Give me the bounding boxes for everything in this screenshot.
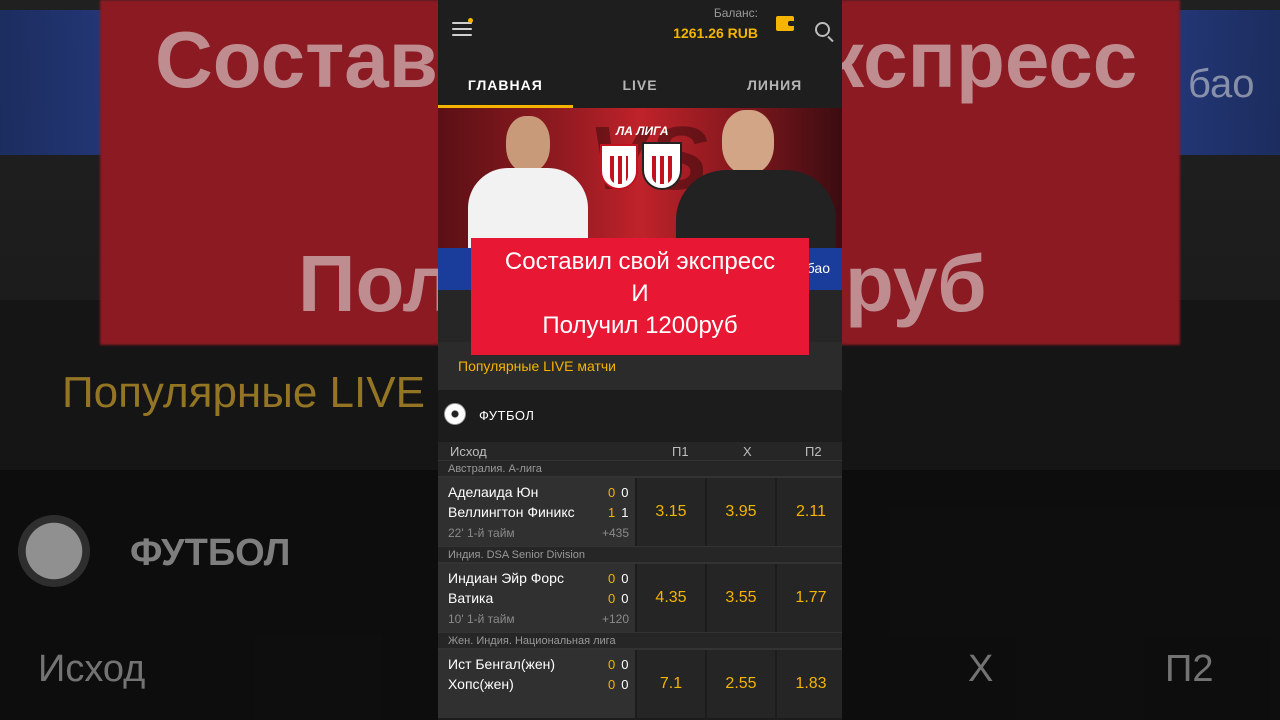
bg-text-ishod: Исход	[38, 648, 146, 690]
col-p1: П1	[672, 444, 689, 459]
league-label: Индия. DSA Senior Division	[438, 546, 842, 562]
notification-dot	[468, 18, 473, 23]
odd-p1[interactable]: 7.1	[637, 650, 705, 718]
phone-screen: Баланс: 1261.26 RUB ГЛАВНАЯ LIVE ЛИНИЯ V…	[438, 0, 842, 720]
bg-text-x: X	[968, 648, 994, 690]
match-time: 22' 1-й тайм	[448, 526, 515, 540]
league-label: Жен. Индия. Национальная лига	[438, 632, 842, 648]
match-row[interactable]: Индиан Эйр Форс 00 Ватика 00 10' 1-й тай…	[438, 562, 842, 632]
odd-p2[interactable]: 1.83	[777, 650, 842, 718]
bg-text-popular: Популярные LIVE	[62, 368, 425, 417]
score-away: 11	[608, 505, 629, 520]
balance-value: 1261.26 RUB	[673, 25, 758, 41]
bg-text-mid-right: руб	[845, 239, 987, 328]
bg-text-futbol: ФУТБОЛ	[130, 532, 291, 574]
odd-p2[interactable]: 1.77	[777, 564, 842, 632]
caption-line-3: Получил 1200руб	[542, 312, 738, 339]
match-info[interactable]: Аделаида Юн 00 Веллингтон Финикс 11 22' …	[438, 478, 635, 546]
more-markets[interactable]: +435	[602, 526, 629, 540]
odd-x[interactable]: 3.55	[707, 564, 775, 632]
score-away: 00	[608, 677, 629, 692]
score-home: 00	[608, 657, 629, 672]
score-home: 00	[608, 485, 629, 500]
search-icon[interactable]	[815, 22, 830, 37]
score-away: 00	[608, 591, 629, 606]
screen: Состав экспресс Пол руб бао Популярные L…	[0, 0, 1280, 720]
balance-label: Баланс:	[713, 6, 758, 20]
athletic-crest-icon	[642, 142, 682, 190]
banner-strip-text: бао	[806, 260, 830, 276]
video-caption-overlay: Составил свой экспресс И Получил 1200руб	[471, 238, 809, 355]
match-row[interactable]: Ист Бенгал(жен) 00 Хопс(жен) 00 7.1 2.55…	[438, 648, 842, 718]
col-outcome: Исход	[450, 444, 487, 459]
odds-header-row: Исход П1 X П2	[438, 442, 842, 460]
bg-text-top-left: Состав	[155, 15, 438, 104]
match-info[interactable]: Ист Бенгал(жен) 00 Хопс(жен) 00	[438, 650, 635, 718]
team-away: Веллингтон Финикс	[448, 504, 575, 520]
wallet-icon[interactable]	[776, 16, 795, 31]
caption-line-1: Составил свой экспресс	[504, 248, 776, 275]
bg-text-bao: бао	[1188, 62, 1255, 106]
odd-x[interactable]: 2.55	[707, 650, 775, 718]
score-home: 00	[608, 571, 629, 586]
player-left-image	[468, 116, 588, 248]
match-row[interactable]: Аделаида Юн 00 Веллингтон Финикс 11 22' …	[438, 476, 842, 546]
caption-line-2: И	[631, 280, 649, 307]
sport-title: ФУТБОЛ	[479, 408, 535, 423]
bg-text-mid-left: Пол	[298, 239, 454, 328]
soccer-ball-icon	[444, 403, 466, 425]
odd-p1[interactable]: 3.15	[637, 478, 705, 546]
main-tabs: ГЛАВНАЯ LIVE ЛИНИЯ	[438, 62, 842, 108]
sevilla-crest-icon	[600, 144, 638, 190]
tab-main[interactable]: ГЛАВНАЯ	[438, 62, 573, 108]
team-home: Индиан Эйр Форс	[448, 570, 564, 586]
team-away: Ватика	[448, 590, 494, 606]
top-bar: Баланс: 1261.26 RUB	[438, 0, 842, 62]
odd-p1[interactable]: 4.35	[637, 564, 705, 632]
tab-line[interactable]: ЛИНИЯ	[707, 62, 842, 108]
more-markets[interactable]: +120	[602, 612, 629, 626]
col-x: X	[743, 444, 752, 459]
team-home: Аделаида Юн	[448, 484, 539, 500]
match-time: 10' 1-й тайм	[448, 612, 515, 626]
match-info[interactable]: Индиан Эйр Форс 00 Ватика 00 10' 1-й тай…	[438, 564, 635, 632]
tab-live[interactable]: LIVE	[573, 62, 708, 108]
banner-league: ЛА ЛИГА	[616, 124, 669, 138]
team-home: Ист Бенгал(жен)	[448, 656, 556, 672]
col-p2: П2	[805, 444, 822, 459]
odd-p2[interactable]: 2.11	[777, 478, 842, 546]
sport-section-header[interactable]: ФУТБОЛ	[438, 390, 842, 442]
league-label: Австралия. А-лига	[438, 460, 842, 476]
promo-banner[interactable]: VS ЛА ЛИГА	[438, 108, 842, 248]
bg-soccer-ball-icon	[18, 515, 90, 587]
player-right-image	[676, 110, 836, 248]
odd-x[interactable]: 3.95	[707, 478, 775, 546]
menu-icon[interactable]	[452, 22, 472, 38]
team-away: Хопс(жен)	[448, 676, 514, 692]
bg-text-p2: П2	[1165, 648, 1214, 690]
